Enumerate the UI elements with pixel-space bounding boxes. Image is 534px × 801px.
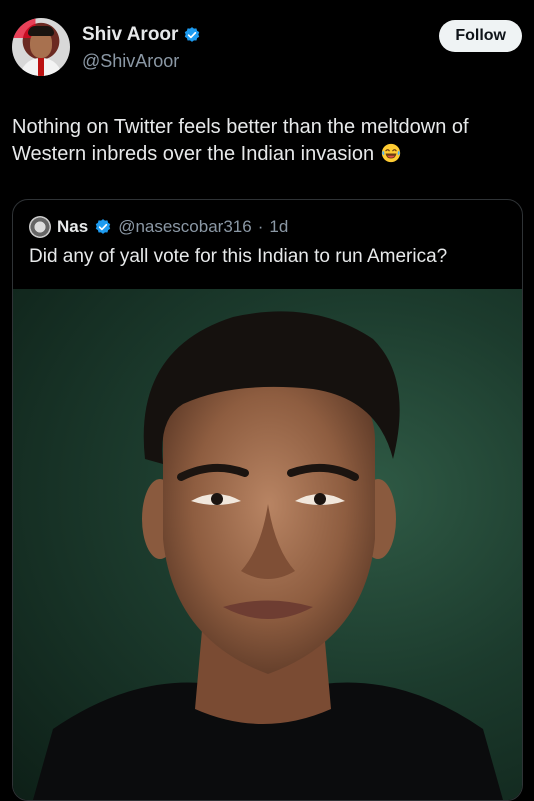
- dot-separator: ·: [257, 217, 264, 236]
- quoted-avatar[interactable]: [29, 216, 51, 238]
- quoted-text: Did any of yall vote for this Indian to …: [29, 246, 448, 267]
- quoted-header: Nas @nasescobar316 · 1d: [29, 216, 288, 238]
- verified-badge-icon: [95, 219, 111, 234]
- verified-badge-icon: [185, 27, 200, 42]
- tweet-text: Nothing on Twitter feels better than the…: [12, 114, 522, 168]
- author-handle[interactable]: @ShivAroor: [82, 51, 179, 72]
- quoted-tweet[interactable]: Nas @nasescobar316 · 1d Did any of yall …: [12, 199, 523, 801]
- tweet-header: Shiv Aroor @ShivAroor Follow: [12, 16, 522, 80]
- quoted-author-handle: @nasescobar316: [118, 217, 252, 236]
- quoted-image[interactable]: [13, 289, 522, 800]
- quoted-timestamp[interactable]: 1d: [269, 217, 288, 237]
- quoted-author-name[interactable]: Nas: [57, 217, 88, 237]
- avatar-hair: [28, 26, 54, 36]
- follow-button[interactable]: Follow: [439, 20, 522, 52]
- author-name-row: Shiv Aroor: [82, 24, 201, 46]
- author-avatar[interactable]: [12, 18, 70, 76]
- laughing-tears-emoji-icon: [381, 143, 400, 163]
- avatar-tie: [38, 58, 44, 76]
- author-name[interactable]: Shiv Aroor: [82, 24, 178, 46]
- portrait-illustration: [33, 311, 503, 800]
